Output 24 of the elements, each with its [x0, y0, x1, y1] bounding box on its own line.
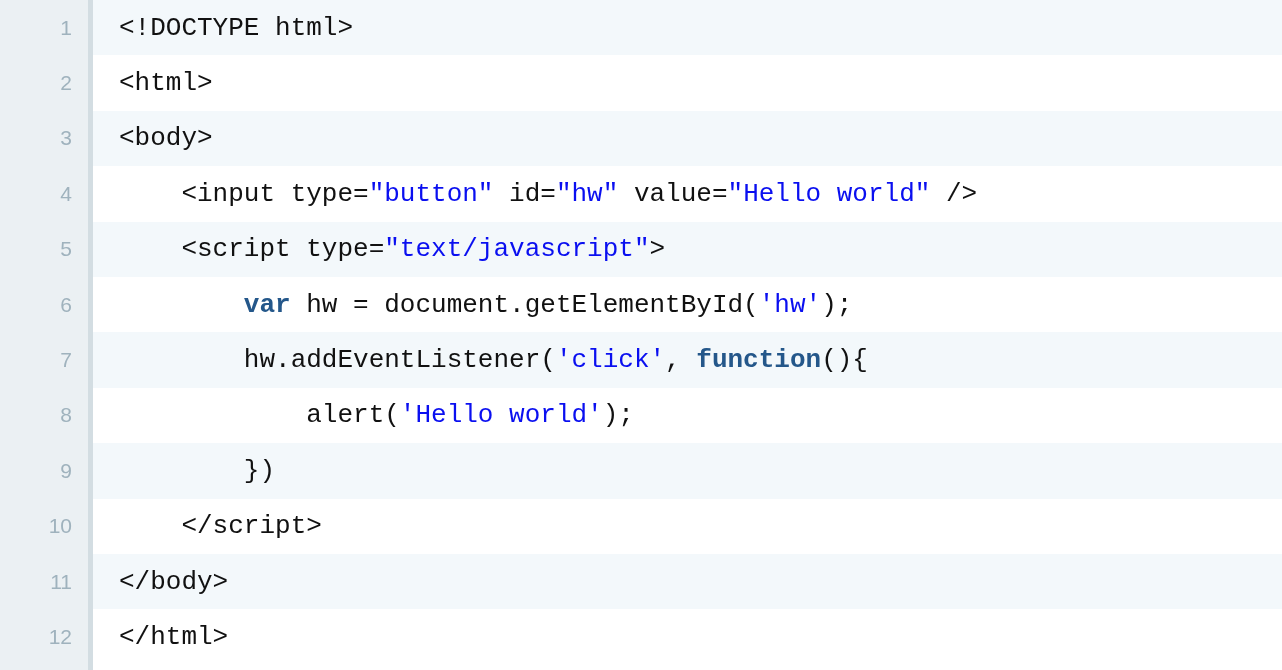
line-number: 1 [59, 14, 73, 41]
line-number: 7 [59, 347, 73, 374]
line-number: 9 [59, 457, 73, 484]
code-line: hw.addEventListener('click', function(){ [242, 345, 868, 376]
line-number: 10 [47, 513, 73, 540]
line-number: 4 [59, 180, 73, 207]
line-number: 6 [59, 291, 73, 318]
code-line: <input type="button" id="hw" value="Hello world" /> [180, 178, 978, 209]
line-number: 8 [59, 402, 73, 429]
code-line: }) [242, 455, 276, 486]
code-line: <script type="text/javascript"> [180, 234, 666, 265]
code-line: </body> [119, 566, 229, 597]
code-line: <html> [119, 68, 213, 99]
code-line: <body> [119, 123, 213, 154]
code-line: </script> [180, 511, 322, 542]
line-number: 11 [49, 568, 73, 595]
line-number: 5 [59, 236, 73, 263]
code-line: alert('Hello world'); [305, 400, 634, 431]
code-line: </html> [119, 622, 229, 652]
code-line: <!DOCTYPE html> [119, 12, 354, 43]
line-number: 3 [59, 125, 73, 152]
code-line: var hw = document.getElementById('hw'); [242, 289, 853, 320]
line-number: 2 [59, 70, 73, 97]
line-number: 12 [47, 624, 73, 650]
